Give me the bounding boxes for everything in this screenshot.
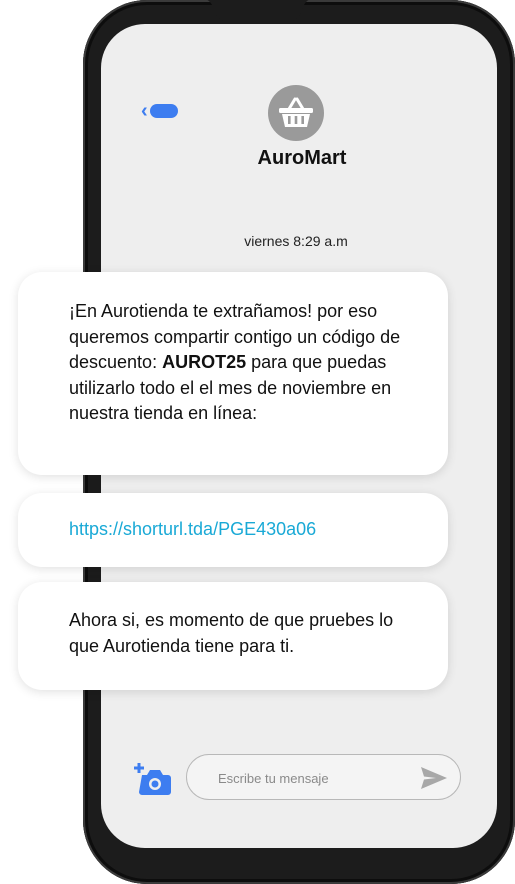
contact-name: AuroMart [257, 147, 347, 169]
back-button[interactable]: ‹ [141, 100, 189, 122]
avatar[interactable] [268, 85, 324, 141]
shopping-basket-icon [279, 97, 313, 127]
message-composer [186, 754, 461, 800]
message-link[interactable]: https://shorturl.tda/PGE430a06 [69, 517, 418, 543]
back-badge [149, 104, 178, 118]
chevron-left-icon: ‹ [141, 100, 148, 122]
message-text: Ahora si, es momento de que pruebes lo q… [69, 610, 394, 656]
add-photo-icon[interactable] [134, 762, 172, 796]
message-bubble: https://shorturl.tda/PGE430a06 [18, 493, 448, 567]
phone-notch [207, 0, 309, 22]
discount-code: AUROT25 [162, 352, 247, 372]
message-bubble[interactable]: ¡En Aurotienda te extrañamos! por eso qu… [18, 272, 448, 475]
send-icon[interactable] [420, 766, 448, 790]
message-text: ¡En Aurotienda te extrañamos! por eso qu… [69, 299, 418, 427]
message-timestamp: viernes 8:29 a.m [244, 233, 348, 249]
message-input[interactable] [216, 765, 410, 791]
message-bubble[interactable]: Ahora si, es momento de que pruebes lo q… [18, 582, 448, 690]
